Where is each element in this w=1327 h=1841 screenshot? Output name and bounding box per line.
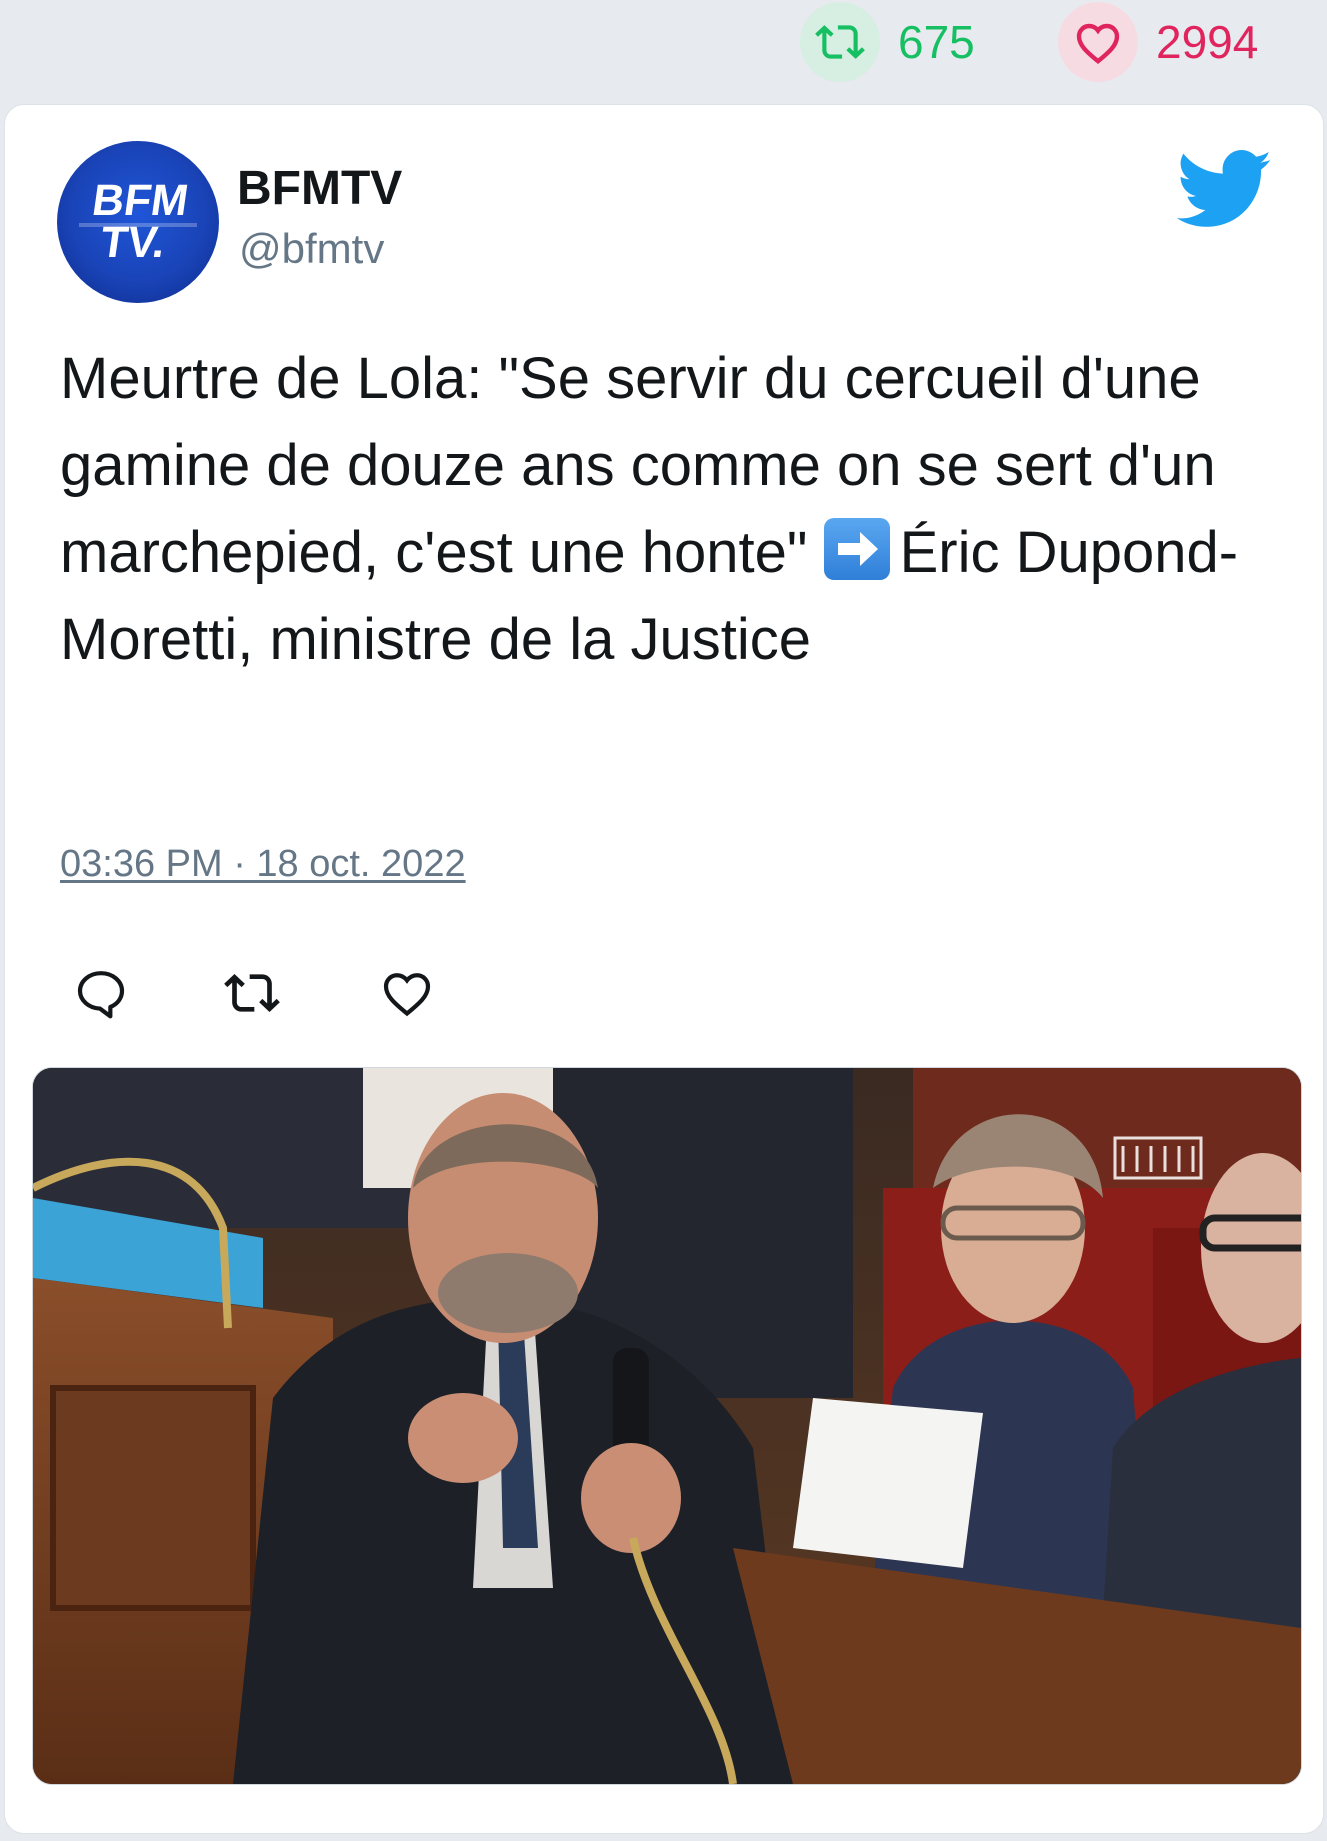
like-icon[interactable] xyxy=(379,965,435,1021)
retweet-icon[interactable] xyxy=(224,965,280,1021)
engagement-bar: 675 2994 xyxy=(0,0,1327,100)
tweet-text: Meurtre de Lola: "Se servir du cercueil … xyxy=(60,335,1260,683)
parliament-photo xyxy=(33,1068,1301,1784)
like-stat-icon xyxy=(1058,2,1138,82)
tweet-card: BFM TV. BFMTV @bfmtv Meurtre de Lola: "S… xyxy=(4,104,1324,1834)
author-handle[interactable]: @bfmtv xyxy=(239,225,384,273)
retweet-stat[interactable]: 675 xyxy=(800,2,975,82)
arrow-right-emoji xyxy=(823,518,890,580)
reply-icon[interactable] xyxy=(73,965,129,1021)
avatar[interactable]: BFM TV. xyxy=(57,141,219,303)
tweet-media-photo[interactable] xyxy=(32,1067,1302,1785)
tweet-timestamp[interactable]: 03:36 PM · 18 oct. 2022 xyxy=(60,843,466,886)
like-stat[interactable]: 2994 xyxy=(1058,2,1258,82)
author-name[interactable]: BFMTV xyxy=(237,161,402,216)
retweet-count: 675 xyxy=(898,16,975,68)
bfmtv-logo: BFM TV. xyxy=(79,176,197,267)
retweet-stat-icon xyxy=(800,2,880,82)
like-count: 2994 xyxy=(1156,16,1259,68)
twitter-bird-icon[interactable] xyxy=(1177,149,1273,231)
